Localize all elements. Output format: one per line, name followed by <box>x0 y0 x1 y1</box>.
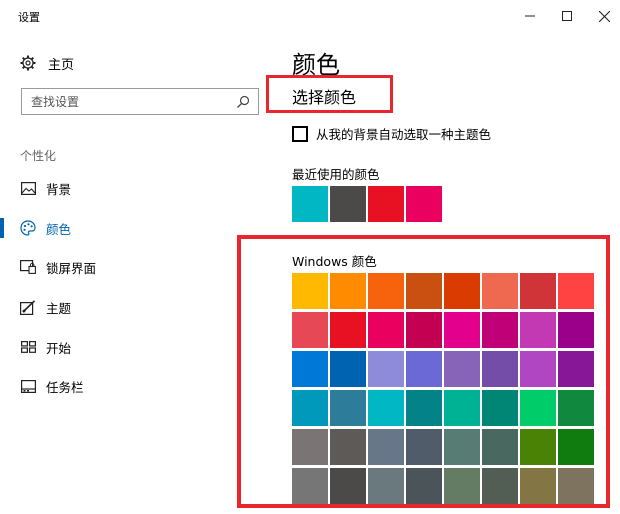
color-swatch[interactable] <box>368 273 404 309</box>
color-swatch[interactable] <box>292 429 328 465</box>
recent-colors-row <box>292 186 444 222</box>
color-swatch[interactable] <box>444 312 480 348</box>
color-swatch[interactable] <box>558 429 594 465</box>
sidebar-item-label: 任务栏 <box>46 379 84 395</box>
sidebar-item-label: 锁屏界面 <box>46 260 97 276</box>
color-swatch[interactable] <box>330 312 366 348</box>
color-swatch[interactable] <box>406 273 442 309</box>
sidebar-item-start[interactable]: 开始 <box>0 335 260 359</box>
color-swatch[interactable] <box>292 390 328 426</box>
color-swatch[interactable] <box>292 312 328 348</box>
auto-pick-label: 从我的背景自动选取一种主题色 <box>316 127 492 142</box>
picture-icon <box>20 180 36 196</box>
title-bar: 设置 <box>0 0 620 32</box>
color-swatch[interactable] <box>292 351 328 387</box>
color-swatch[interactable] <box>368 351 404 387</box>
color-swatch[interactable] <box>292 468 328 504</box>
color-swatch[interactable] <box>368 468 404 504</box>
search-box[interactable] <box>21 88 259 115</box>
start-grid-icon <box>20 339 36 355</box>
search-icon[interactable] <box>236 94 250 113</box>
color-swatch[interactable] <box>444 351 480 387</box>
color-swatch[interactable] <box>558 312 594 348</box>
color-swatch[interactable] <box>444 390 480 426</box>
color-swatch[interactable] <box>482 312 518 348</box>
sidebar-item-colors[interactable]: 颜色 <box>0 216 260 240</box>
color-swatch[interactable] <box>444 273 480 309</box>
windows-colors-label: Windows 颜色 <box>292 254 377 269</box>
color-swatch[interactable] <box>406 312 442 348</box>
minimize-button[interactable] <box>512 0 548 32</box>
color-swatch[interactable] <box>558 351 594 387</box>
color-swatch[interactable] <box>558 273 594 309</box>
color-swatch[interactable] <box>330 429 366 465</box>
color-swatch[interactable] <box>520 273 556 309</box>
color-swatch[interactable] <box>482 429 518 465</box>
section-label: 个性化 <box>20 149 57 163</box>
lock-screen-icon <box>20 259 36 275</box>
sidebar-item-background[interactable]: 背景 <box>0 176 260 200</box>
sidebar-item-lock-screen[interactable]: 锁屏界面 <box>0 255 260 279</box>
minimize-icon <box>525 15 535 17</box>
nav-home[interactable]: 主页 <box>20 53 74 73</box>
color-swatch[interactable] <box>406 351 442 387</box>
color-swatch[interactable] <box>330 468 366 504</box>
search-input[interactable] <box>22 89 232 114</box>
window-title: 设置 <box>18 11 40 24</box>
color-swatch[interactable] <box>482 351 518 387</box>
color-swatch[interactable] <box>482 273 518 309</box>
color-swatch[interactable] <box>482 390 518 426</box>
color-swatch[interactable] <box>520 390 556 426</box>
windows-colors-grid <box>292 273 597 507</box>
color-swatch[interactable] <box>292 273 328 309</box>
maximize-button[interactable] <box>549 0 585 32</box>
color-swatch[interactable] <box>368 312 404 348</box>
close-button[interactable] <box>586 0 620 32</box>
auto-pick-accent-option[interactable]: 从我的背景自动选取一种主题色 <box>292 124 491 143</box>
color-swatch[interactable] <box>330 273 366 309</box>
recent-color-swatch[interactable] <box>406 186 442 222</box>
color-swatch[interactable] <box>330 351 366 387</box>
color-swatch[interactable] <box>406 429 442 465</box>
sidebar-item-label: 主题 <box>46 300 72 316</box>
active-indicator <box>0 218 4 238</box>
color-swatch[interactable] <box>368 390 404 426</box>
recent-colors-label: 最近使用的颜色 <box>292 167 380 182</box>
sidebar-item-label: 颜色 <box>46 221 72 237</box>
recent-color-swatch[interactable] <box>292 186 328 222</box>
section-heading: 选择颜色 <box>292 88 357 107</box>
close-icon <box>598 10 610 22</box>
theme-brush-icon <box>20 299 36 315</box>
color-swatch[interactable] <box>520 468 556 504</box>
recent-color-swatch[interactable] <box>330 186 366 222</box>
color-swatch[interactable] <box>520 351 556 387</box>
color-swatch[interactable] <box>406 390 442 426</box>
sidebar-item-label: 背景 <box>46 181 72 197</box>
color-swatch[interactable] <box>444 468 480 504</box>
palette-icon <box>20 220 36 236</box>
color-swatch[interactable] <box>558 468 594 504</box>
color-swatch[interactable] <box>406 468 442 504</box>
sidebar-item-taskbar[interactable]: 任务栏 <box>0 374 260 398</box>
auto-pick-checkbox[interactable] <box>292 125 308 142</box>
sidebar-item-themes[interactable]: 主题 <box>0 295 260 319</box>
maximize-icon <box>562 11 572 21</box>
color-swatch[interactable] <box>368 429 404 465</box>
color-swatch[interactable] <box>482 468 518 504</box>
sidebar-item-label: 开始 <box>46 340 72 356</box>
color-swatch[interactable] <box>558 390 594 426</box>
color-swatch[interactable] <box>444 429 480 465</box>
taskbar-icon <box>20 378 36 394</box>
color-swatch[interactable] <box>330 390 366 426</box>
color-swatch[interactable] <box>520 429 556 465</box>
nav-home-label: 主页 <box>48 57 75 73</box>
gear-icon <box>20 55 36 71</box>
color-swatch[interactable] <box>520 312 556 348</box>
recent-color-swatch[interactable] <box>368 186 404 222</box>
